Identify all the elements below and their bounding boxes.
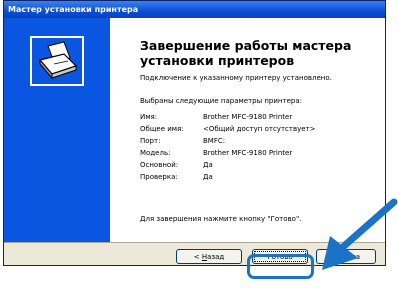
param-value-default: Да [203, 161, 213, 169]
param-label-port: Порт: [140, 137, 161, 145]
back-button-prefix: < [193, 253, 202, 261]
param-value-name: Brother MFC-9180 Printer [203, 113, 293, 121]
page-title: Завершение работы мастера установки прин… [140, 38, 352, 68]
param-value-model: Brother MFC-9180 Printer [203, 149, 293, 157]
back-button[interactable]: < Назад [176, 249, 242, 264]
window-title: Мастер установки принтера [4, 1, 385, 18]
finish-hint: Для завершения нажмите кнопку "Готово". [140, 215, 302, 223]
params-intro: Выбраны следующие параметры принтера: [140, 97, 302, 105]
pointer-arrow-icon [322, 198, 398, 270]
param-value-test: Да [203, 173, 213, 181]
param-value-share: <Общий доступ отсутствует> [203, 125, 316, 133]
param-label-default: Основной: [140, 161, 179, 169]
status-text: Подключение к указанному принтеру устано… [140, 74, 332, 82]
back-button-label: азад [207, 253, 225, 261]
printer-icon [30, 36, 84, 86]
param-label-share: Общее имя: [140, 125, 184, 133]
finish-button-highlight [247, 254, 314, 279]
wizard-sidebar [4, 18, 110, 242]
param-value-port: BMFC: [203, 137, 226, 145]
param-label-test: Проверка: [140, 173, 178, 181]
param-label-name: Имя: [140, 113, 158, 121]
param-label-model: Модель: [140, 149, 171, 157]
